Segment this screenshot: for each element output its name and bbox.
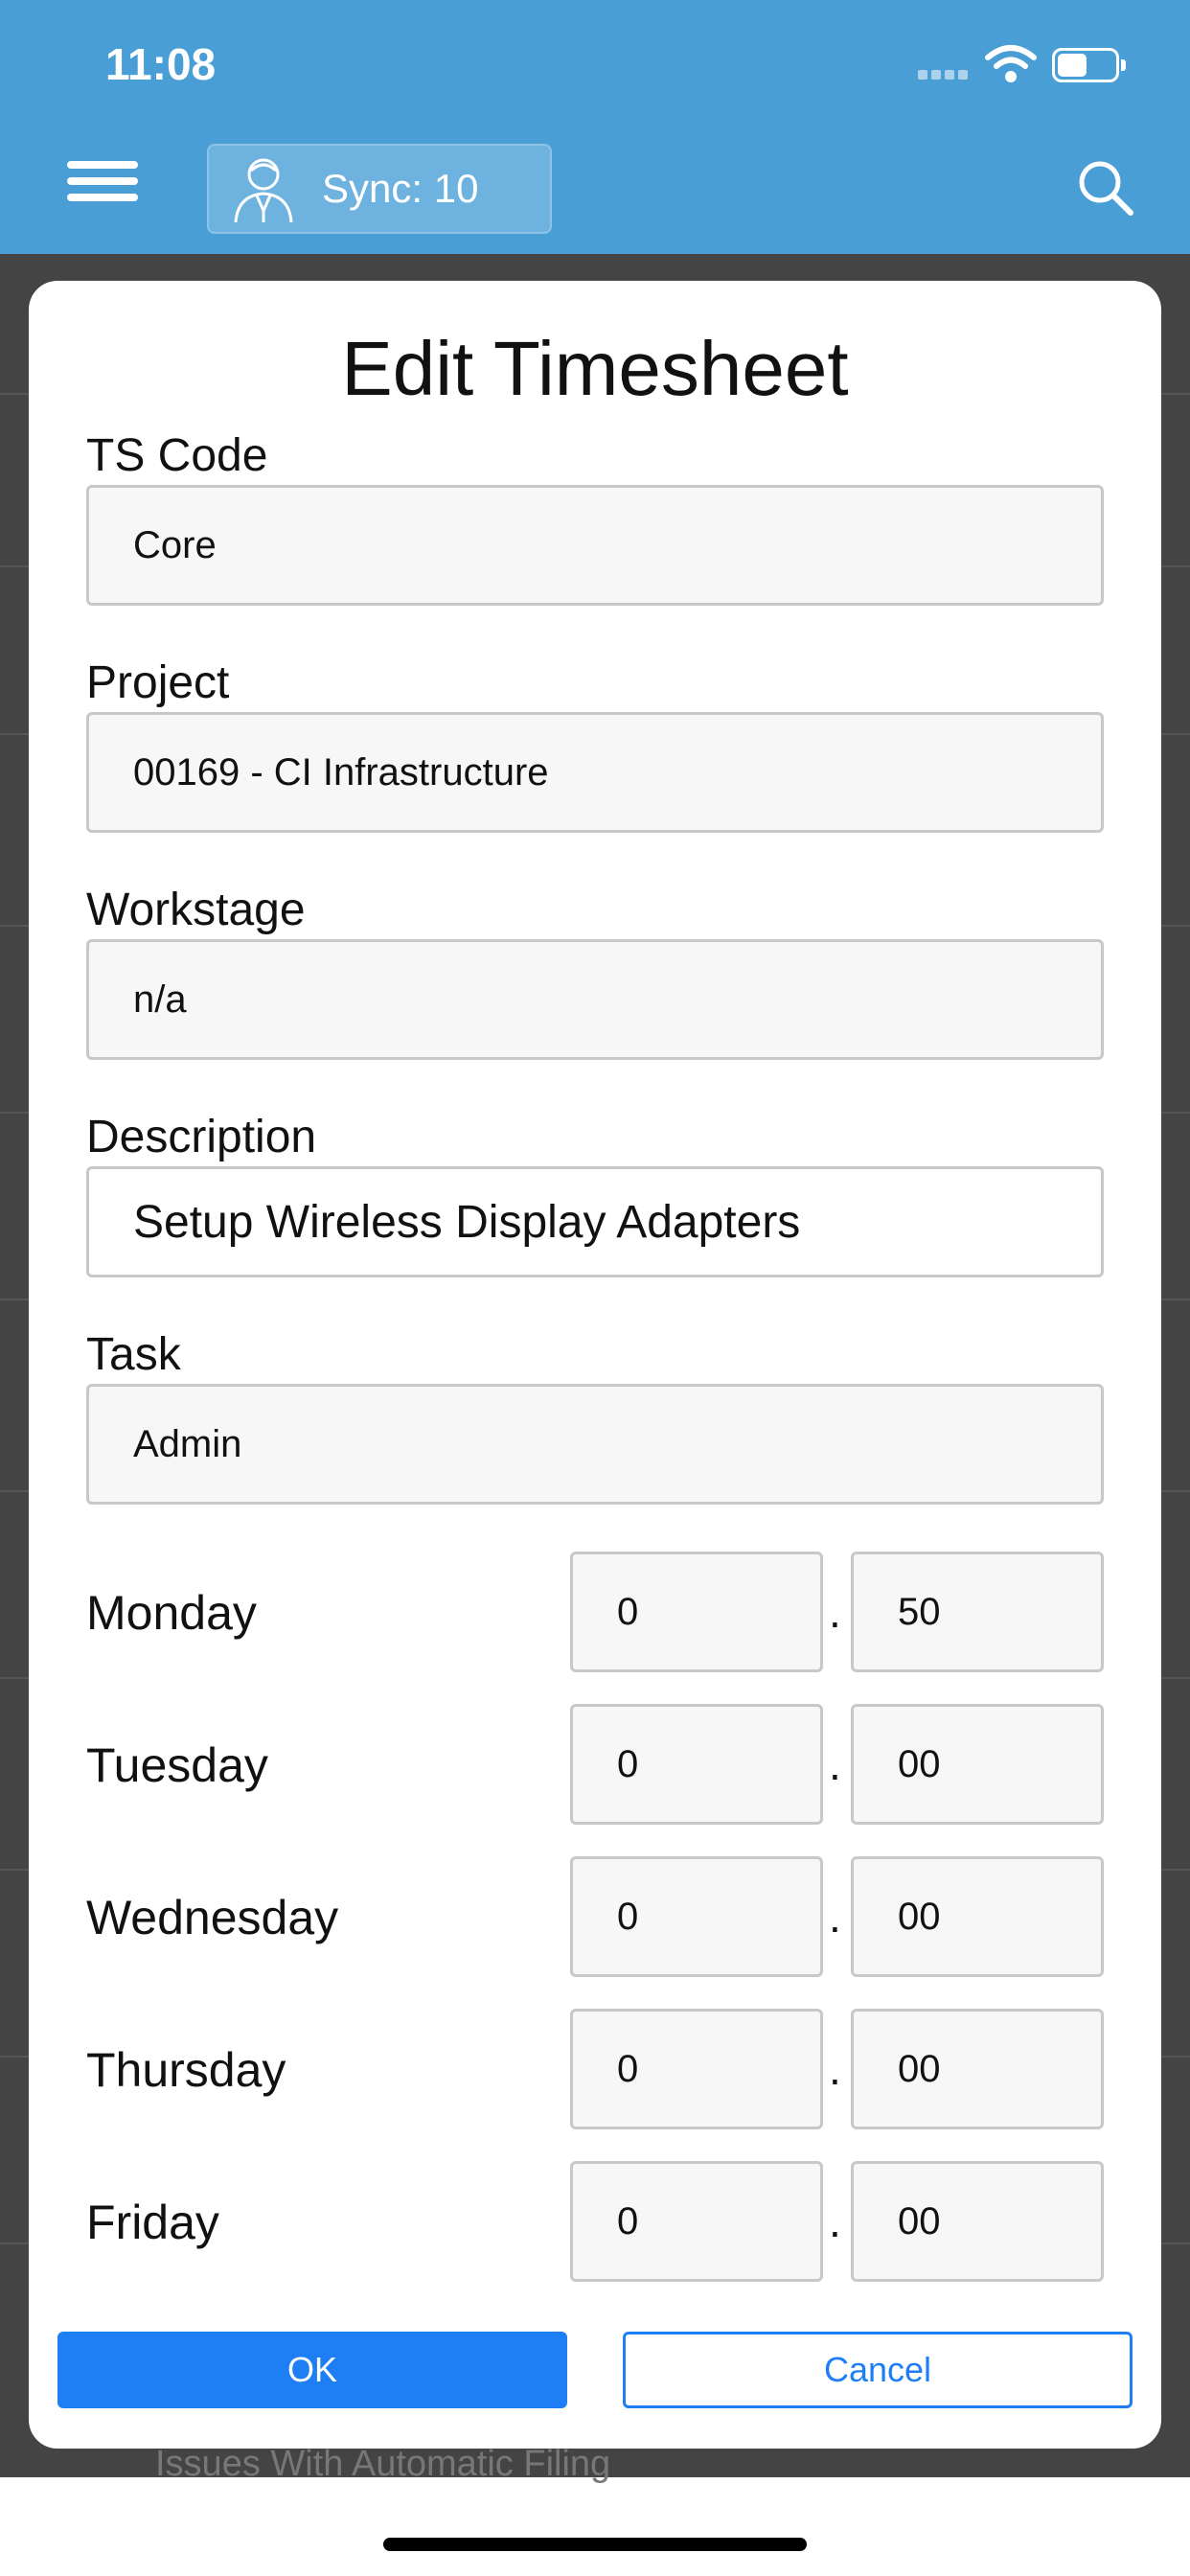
day-label-friday: Friday	[86, 2196, 219, 2249]
day-label-thursday: Thursday	[86, 2043, 286, 2097]
status-time: 11:08	[105, 39, 217, 89]
home-indicator	[383, 2538, 807, 2551]
time-separator: .	[829, 1892, 841, 1942]
cellular-signal-icon	[918, 67, 973, 80]
time-separator: .	[829, 2196, 841, 2246]
monday-minutes-input[interactable]: 50	[851, 1552, 1104, 1672]
time-separator: .	[829, 1587, 841, 1637]
user-icon	[234, 158, 293, 223]
day-label-tuesday: Tuesday	[86, 1738, 268, 1792]
tuesday-minutes-input[interactable]: 00	[851, 1704, 1104, 1825]
time-separator: .	[829, 2044, 841, 2094]
edit-timesheet-dialog: Edit Timesheet TS Code Core Project 0016…	[29, 281, 1161, 2449]
day-label-monday: Monday	[86, 1586, 257, 1640]
monday-hours-input[interactable]: 0	[570, 1552, 823, 1672]
cancel-button[interactable]: Cancel	[623, 2332, 1133, 2408]
thursday-hours-input[interactable]: 0	[570, 2009, 823, 2129]
task-label: Task	[86, 1329, 181, 1380]
bottom-safe-area	[0, 2477, 1190, 2576]
wednesday-minutes-input[interactable]: 00	[851, 1856, 1104, 1977]
description-label: Description	[86, 1112, 317, 1162]
dialog-title: Edit Timesheet	[341, 326, 849, 411]
sync-label: Sync: 10	[322, 166, 479, 211]
search-icon[interactable]	[1077, 159, 1134, 217]
sync-button[interactable]: Sync: 10	[207, 144, 552, 234]
friday-minutes-input[interactable]: 00	[851, 2161, 1104, 2282]
wifi-icon	[985, 45, 1037, 82]
thursday-minutes-input[interactable]: 00	[851, 2009, 1104, 2129]
task-field[interactable]: Admin	[86, 1384, 1104, 1505]
tuesday-hours-input[interactable]: 0	[570, 1704, 823, 1825]
ts-code-label: TS Code	[86, 430, 268, 481]
wednesday-hours-input[interactable]: 0	[570, 1856, 823, 1977]
app-header: 11:08 Sync: 10	[0, 0, 1190, 254]
workstage-field[interactable]: n/a	[86, 939, 1104, 1060]
screen: 11:08 Sync: 10 Issues With Automatic Fil…	[0, 0, 1190, 2576]
ts-code-field[interactable]: Core	[86, 485, 1104, 606]
ok-button[interactable]: OK	[57, 2332, 567, 2408]
workstage-label: Workstage	[86, 885, 306, 935]
description-input[interactable]: Setup Wireless Display Adapters	[86, 1166, 1104, 1277]
project-label: Project	[86, 657, 230, 708]
friday-hours-input[interactable]: 0	[570, 2161, 823, 2282]
background-list-item: Issues With Automatic Filing	[155, 2444, 611, 2484]
time-separator: .	[829, 1739, 841, 1789]
project-field[interactable]: 00169 - CI Infrastructure	[86, 712, 1104, 833]
day-label-wednesday: Wednesday	[86, 1891, 339, 1944]
battery-icon	[1052, 48, 1126, 82]
hamburger-menu-icon[interactable]	[67, 161, 138, 217]
